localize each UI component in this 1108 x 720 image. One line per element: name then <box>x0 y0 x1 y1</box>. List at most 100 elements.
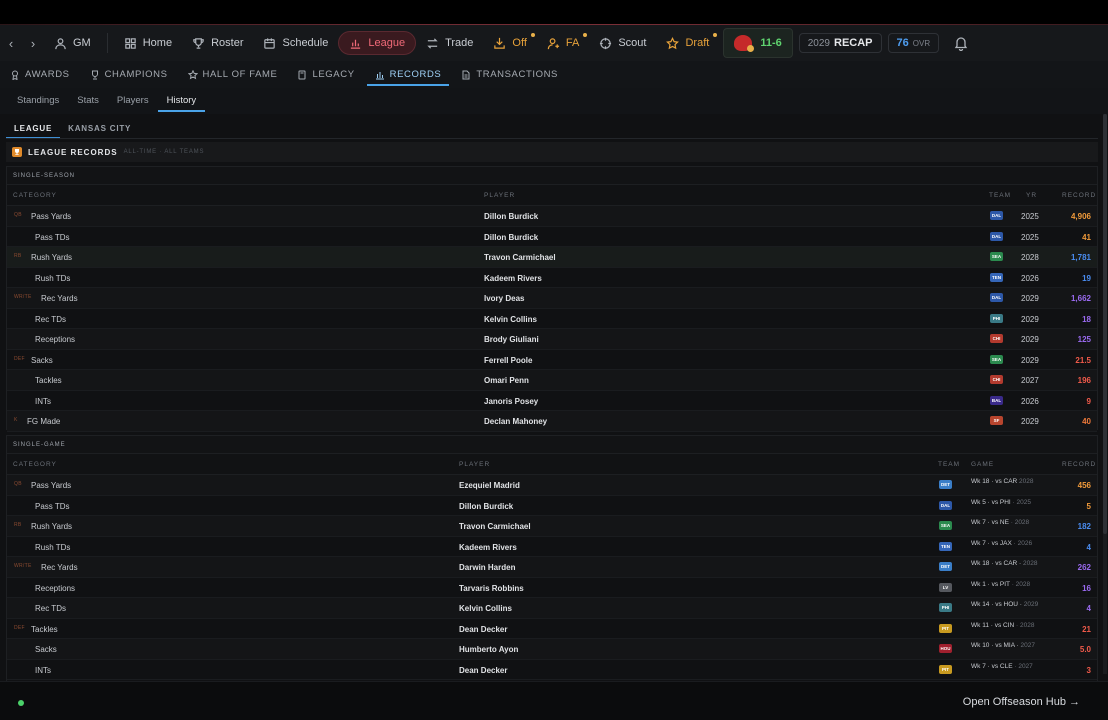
record-player[interactable]: Ferrell Poole <box>484 356 532 365</box>
nav-item-fa[interactable]: FA <box>537 31 589 55</box>
table-row[interactable]: RB Rush Yards Travon Carmichael SEA Wk 7 · v… <box>7 516 1097 537</box>
scope-tab-league[interactable]: LEAGUE <box>6 120 61 139</box>
top-black-bar <box>0 0 1108 24</box>
table-row[interactable]: Sacks Humberto Ayon HOU Wk 10 · vs MIA · 20… <box>7 639 1097 660</box>
bell-icon[interactable] <box>953 35 969 51</box>
table-row[interactable]: Tackles Omari Penn CHI 2027 196 <box>7 370 1097 391</box>
table-row[interactable]: Rec TDs Kelvin Collins PHI Wk 14 · vs HOU ·… <box>7 598 1097 619</box>
record-player[interactable]: Kelvin Collins <box>484 315 537 324</box>
subnav-champions[interactable]: CHAMPIONS <box>80 64 178 86</box>
position-badge: K <box>14 417 18 423</box>
scope-tabs: LEAGUE KANSAS CITY <box>6 120 139 139</box>
game-year: 2028 <box>1019 478 1034 485</box>
nav-label-fa: FA <box>565 37 580 49</box>
record-year: 2026 <box>1021 273 1039 283</box>
nav-item-home[interactable]: Home <box>114 31 182 55</box>
table-row[interactable]: Rush TDs Kadeem Rivers TEN 2026 19 <box>7 267 1097 288</box>
record-value: 4,906 <box>1070 212 1091 221</box>
record-player[interactable]: Dillon Burdick <box>459 502 513 511</box>
subnav-awards[interactable]: AWARDS <box>0 64 80 86</box>
table-row[interactable]: WR/TE Rec Yards Darwin Harden DET Wk 18 · vs… <box>7 557 1097 578</box>
table-row[interactable]: Rec TDs Kelvin Collins PHI 2029 18 <box>7 308 1097 329</box>
record-player[interactable]: Declan Mahoney <box>484 417 547 426</box>
record-value: 262 <box>1077 563 1091 572</box>
nav-item-gm[interactable]: GM <box>44 31 101 55</box>
table-row[interactable]: Pass TDs Dillon Burdick DAL Wk 5 · vs PHI ·… <box>7 495 1097 516</box>
single-season-table: SINGLE-SEASON CATEGORY PLAYER TEAM YR RE… <box>6 166 1098 432</box>
nav-item-draft[interactable]: Draft <box>656 31 719 55</box>
nav-item-scout[interactable]: Scout <box>589 31 656 55</box>
table-row[interactable]: Receptions Tarvaris Robbins LV Wk 1 · vs PI… <box>7 577 1097 598</box>
tab-standings[interactable]: Standings <box>8 90 68 112</box>
tab-history[interactable]: History <box>157 90 206 112</box>
table-row[interactable]: Pass TDs Dillon Burdick DAL 2025 41 <box>7 226 1097 247</box>
game-detail: Wk 1 · vs PIT <box>971 580 1010 588</box>
tab-players[interactable]: Players <box>108 90 158 112</box>
nav-item-league[interactable]: League <box>338 31 417 55</box>
record-player[interactable]: Kadeem Rivers <box>459 543 517 552</box>
back-arrow-icon[interactable]: ‹ <box>0 36 22 51</box>
open-offseason-hub-link[interactable]: Open Offseason Hub → <box>963 696 1080 708</box>
nav-item-roster[interactable]: Roster <box>182 31 253 55</box>
team-badge: CHI <box>990 375 1003 384</box>
record-category: Rush TDs <box>35 273 71 283</box>
record-player[interactable]: Dean Decker <box>459 625 507 634</box>
record-player[interactable]: Kelvin Collins <box>459 604 512 613</box>
record-player[interactable]: Dean Decker <box>459 666 507 675</box>
col-record: RECORD <box>1062 192 1097 199</box>
nav-item-schedule[interactable]: Schedule <box>253 31 338 55</box>
record-player[interactable]: Ivory Deas <box>484 294 524 303</box>
subnav-hall-of-fame[interactable]: HALL OF FAME <box>178 64 288 86</box>
subnav-legacy[interactable]: LEGACY <box>287 64 364 86</box>
scrollbar-thumb[interactable] <box>1103 114 1107 534</box>
record-player[interactable]: Darwin Harden <box>459 563 515 572</box>
table-row[interactable]: RB Rush Yards Travon Carmichael SEA 2028 1,78… <box>7 247 1097 268</box>
record-game: Wk 10 · vs MIA · 2027 <box>971 642 1035 651</box>
tab-stats[interactable]: Stats <box>68 90 108 112</box>
game-detail: Wk 14 · vs HOU · <box>971 601 1022 608</box>
record-player[interactable]: Brody Giuliani <box>484 335 539 344</box>
record-player[interactable]: Ezequiel Madrid <box>459 481 520 490</box>
position-badge: WR/TE <box>14 294 32 300</box>
record-value: 1,781 <box>1070 253 1091 262</box>
table-row[interactable]: QB Pass Yards Dillon Burdick DAL 2025 4,906 <box>7 206 1097 227</box>
record-player[interactable]: Tarvaris Robbins <box>459 584 524 593</box>
table-row[interactable]: QB Pass Yards Ezequiel Madrid DET Wk 18 · vs… <box>7 475 1097 496</box>
record-player[interactable]: Humberto Ayon <box>459 645 518 654</box>
subnav-label: HALL OF FAME <box>202 69 278 80</box>
record-category: Receptions <box>35 583 76 593</box>
records-subtitle: ALL-TIME · ALL TEAMS <box>123 149 205 155</box>
forward-arrow-icon[interactable]: › <box>22 36 44 51</box>
user-icon <box>55 37 66 49</box>
content-scrollbar[interactable] <box>1103 114 1107 674</box>
record-player[interactable]: Kadeem Rivers <box>484 274 542 283</box>
record-player[interactable]: Travon Carmichael <box>484 253 556 262</box>
record-player[interactable]: Omari Penn <box>484 376 529 385</box>
table-row[interactable]: Rush TDs Kadeem Rivers TEN Wk 7 · vs JAX · … <box>7 536 1097 557</box>
ovr-pill[interactable]: 76 OVR <box>887 33 940 53</box>
table-row[interactable]: Receptions Brody Giuliani CHI 2029 125 <box>7 329 1097 350</box>
single-game-rows: QB Pass Yards Ezequiel Madrid DET Wk 18 · vs… <box>7 475 1097 680</box>
record-game: Wk 7 · vs JAX · 2026 <box>971 540 1032 549</box>
table-row[interactable]: DEF Sacks Ferrell Poole SEA 2029 21.5 <box>7 349 1097 370</box>
table-row[interactable]: WR/TE Rec Yards Ivory Deas DAL 2029 1,662 <box>7 288 1097 309</box>
record-player[interactable]: Janoris Posey <box>484 397 538 406</box>
record-player[interactable]: Dillon Burdick <box>484 233 538 242</box>
scope-tab-kansas-city[interactable]: KANSAS CITY <box>60 120 139 139</box>
inbox-icon <box>494 37 506 49</box>
record-category: Pass Yards <box>31 481 72 490</box>
team-badge: DAL <box>939 500 952 510</box>
subnav-records[interactable]: RECORDS <box>365 64 452 86</box>
table-row[interactable]: DEF Tackles Dean Decker PIT Wk 11 · vs CIN ·… <box>7 618 1097 639</box>
star-icon <box>187 69 198 79</box>
record-player[interactable]: Dillon Burdick <box>484 212 538 221</box>
subnav-transactions[interactable]: TRANSACTIONS <box>451 64 568 86</box>
season-pill[interactable]: 2029 RECAP <box>798 33 882 53</box>
table-row[interactable]: INTs Dean Decker PIT Wk 7 · vs CLE · 2027 3 <box>7 659 1097 680</box>
nav-item-off[interactable]: Off <box>483 31 536 55</box>
team-record-widget[interactable]: 11-6 <box>723 28 793 58</box>
table-row[interactable]: INTs Janoris Posey BAL 2026 9 <box>7 390 1097 411</box>
nav-item-trade[interactable]: Trade <box>416 31 483 55</box>
record-player[interactable]: Travon Carmichael <box>459 522 531 531</box>
table-row[interactable]: K FG Made Declan Mahoney SF 2029 40 <box>7 411 1097 432</box>
